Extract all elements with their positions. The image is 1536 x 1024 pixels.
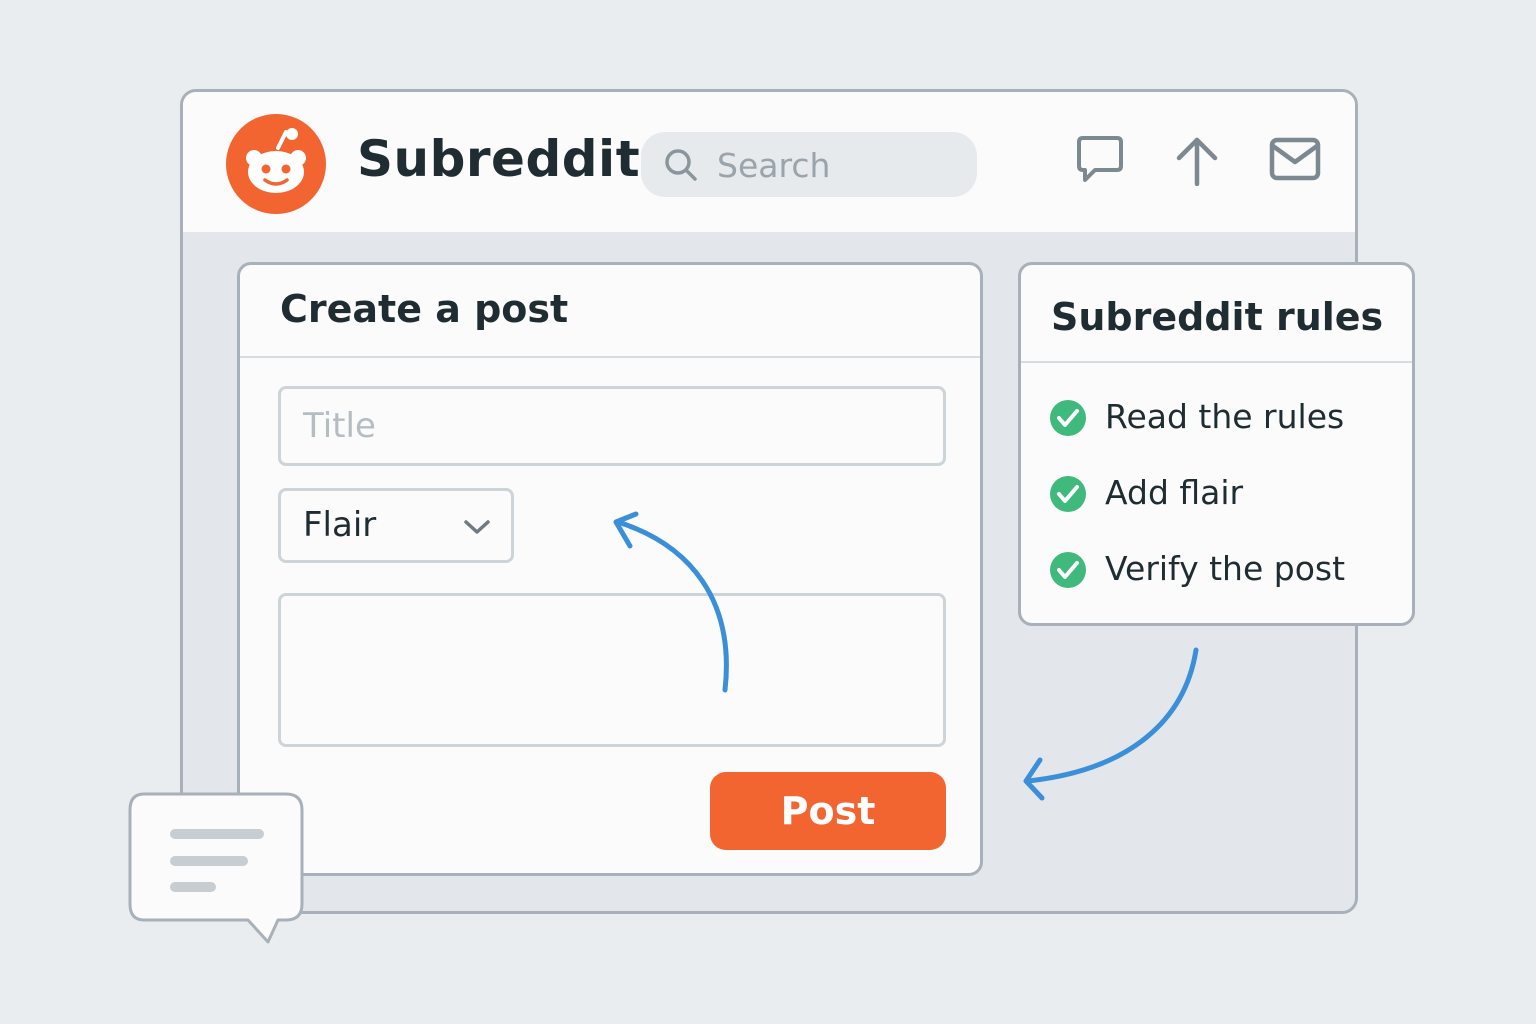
reddit-logo-icon[interactable] xyxy=(226,114,326,214)
page-title: Subreddit xyxy=(357,130,641,188)
message-bubble-icon xyxy=(128,792,304,944)
create-post-heading: Create a post xyxy=(280,287,569,331)
subreddit-rules-card: Subreddit rules Read the rules Add flair… xyxy=(1018,262,1415,626)
rule-label: Add flair xyxy=(1105,473,1244,512)
check-circle-icon xyxy=(1050,552,1086,588)
check-circle-icon xyxy=(1050,476,1086,512)
flair-label: Flair xyxy=(303,505,377,545)
search-icon xyxy=(665,149,697,181)
rule-label: Verify the post xyxy=(1105,549,1346,588)
rule-label: Read the rules xyxy=(1105,397,1345,436)
post-body-textarea[interactable] xyxy=(278,593,946,747)
mail-icon[interactable] xyxy=(1269,134,1321,184)
upvote-arrow-icon[interactable] xyxy=(1173,134,1221,186)
title-input[interactable] xyxy=(278,386,946,466)
divider xyxy=(1021,361,1412,363)
chat-icon[interactable] xyxy=(1075,134,1125,186)
divider xyxy=(240,356,980,358)
flair-dropdown[interactable]: Flair xyxy=(278,488,514,563)
post-button[interactable]: Post xyxy=(710,772,946,850)
chevron-down-icon xyxy=(464,520,490,534)
rules-heading: Subreddit rules xyxy=(1051,295,1384,339)
search-input[interactable] xyxy=(715,142,959,188)
check-circle-icon xyxy=(1050,400,1086,436)
create-post-card: Create a post Flair Post xyxy=(237,262,983,876)
search-bar[interactable] xyxy=(641,132,977,197)
top-bar: Subreddit xyxy=(183,92,1355,232)
